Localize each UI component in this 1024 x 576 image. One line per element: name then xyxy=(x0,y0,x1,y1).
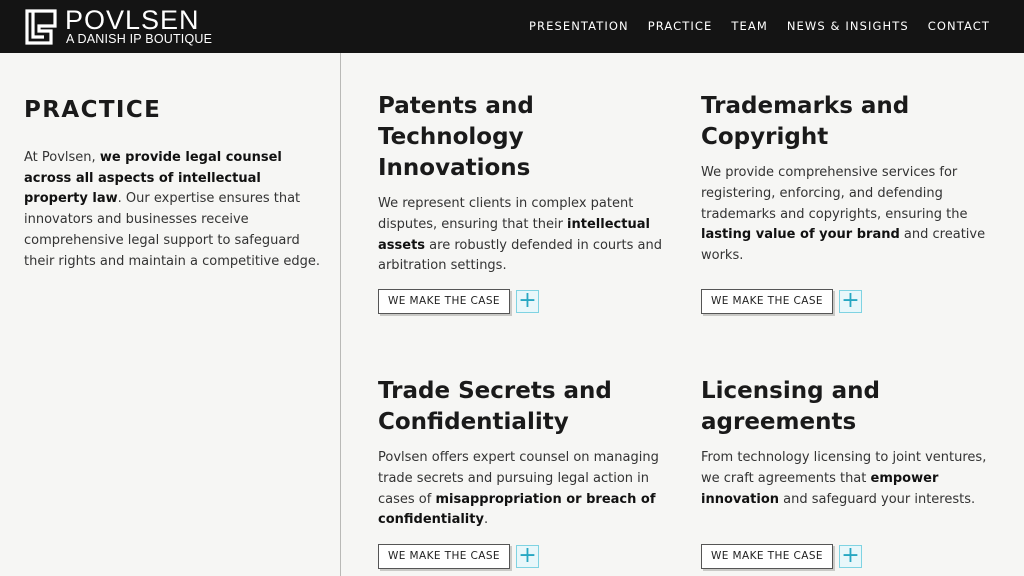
expand-plus-button[interactable]: + xyxy=(515,545,539,568)
brand-name: POVLSEN xyxy=(65,5,200,35)
card-text: From technology licensing to joint ventu… xyxy=(701,448,991,510)
card-text: We represent clients in complex patent d… xyxy=(378,194,668,277)
card-title: Patents and Technology Innovations xyxy=(378,93,534,181)
intro-text: At Povlsen, we provide legal counsel acr… xyxy=(24,148,324,272)
nav-item-presentation[interactable]: PRESENTATION xyxy=(529,19,629,33)
card-text: Povlsen offers expert counsel on managin… xyxy=(378,448,668,531)
card-title: Trade Secrets and Confidentiality xyxy=(378,378,612,435)
card-text-part: . xyxy=(483,512,489,528)
card-actions: WE MAKE THE CASE + xyxy=(701,544,862,569)
brand-logo[interactable]: POVLSEN A DANISH IP BOUTIQUE xyxy=(24,5,224,47)
nav-item-practice[interactable]: PRACTICE xyxy=(648,19,713,33)
card-actions: WE MAKE THE CASE + xyxy=(378,544,539,569)
page-title: PRACTICE xyxy=(24,97,162,123)
povlsen-monogram-icon xyxy=(25,9,57,45)
we-make-the-case-button[interactable]: WE MAKE THE CASE xyxy=(701,289,833,314)
card-text-part: and safeguard your interests. xyxy=(779,491,976,507)
card-title: Licensing and agreements xyxy=(701,378,880,435)
nav-item-team[interactable]: TEAM xyxy=(731,19,767,33)
card-text-part: From technology licensing to joint ventu… xyxy=(701,450,987,486)
brand-tagline: A DANISH IP BOUTIQUE xyxy=(66,32,213,46)
card-text-emphasis: lasting value of your brand xyxy=(701,227,900,243)
practice-card-trade-secrets: Trade Secrets and Confidentiality Povlse… xyxy=(378,376,668,569)
we-make-the-case-button[interactable]: WE MAKE THE CASE xyxy=(378,544,510,569)
expand-plus-button[interactable]: + xyxy=(838,545,862,568)
we-make-the-case-button[interactable]: WE MAKE THE CASE xyxy=(701,544,833,569)
column-divider xyxy=(340,53,341,576)
card-text-part: We provide comprehensive services for re… xyxy=(701,165,968,222)
card-actions: WE MAKE THE CASE + xyxy=(701,289,862,314)
intro-text-part: At Povlsen, xyxy=(24,150,100,165)
practice-card-trademarks: Trademarks and Copyright We provide comp… xyxy=(701,91,991,314)
card-title: Trademarks and Copyright xyxy=(701,93,910,150)
card-actions: WE MAKE THE CASE + xyxy=(378,289,539,314)
expand-plus-button[interactable]: + xyxy=(515,290,539,313)
card-text: We provide comprehensive services for re… xyxy=(701,163,991,267)
expand-plus-button[interactable]: + xyxy=(838,290,862,313)
main-nav: PRESENTATION PRACTICE TEAM NEWS & INSIGH… xyxy=(529,19,990,33)
practice-card-licensing: Licensing and agreements From technology… xyxy=(701,376,991,569)
practice-intro: PRACTICE At Povlsen, we provide legal co… xyxy=(24,96,324,272)
we-make-the-case-button[interactable]: WE MAKE THE CASE xyxy=(378,289,510,314)
top-navigation-bar: POVLSEN A DANISH IP BOUTIQUE PRESENTATIO… xyxy=(0,0,1024,53)
nav-item-news-insights[interactable]: NEWS & INSIGHTS xyxy=(787,19,909,33)
nav-item-contact[interactable]: CONTACT xyxy=(928,19,990,33)
practice-card-patents: Patents and Technology Innovations We re… xyxy=(378,91,668,314)
